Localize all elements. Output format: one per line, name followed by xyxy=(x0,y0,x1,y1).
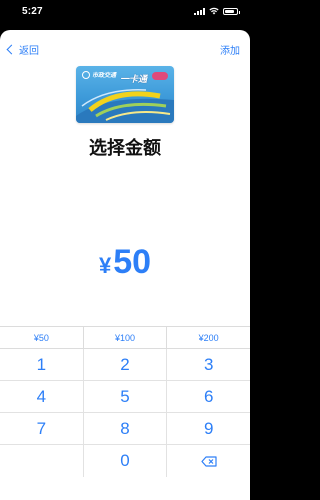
key-row: 1 2 3 xyxy=(0,349,250,381)
key-7[interactable]: 7 xyxy=(0,413,84,444)
key-0[interactable]: 0 xyxy=(84,445,168,477)
preset-200[interactable]: ¥200 xyxy=(167,327,250,348)
preset-50[interactable]: ¥50 xyxy=(0,327,84,348)
transit-logo-icon xyxy=(82,70,90,79)
back-label: 返回 xyxy=(19,46,39,57)
add-button[interactable]: 添加 xyxy=(220,42,240,57)
status-icons xyxy=(194,7,240,15)
key-row: 4 5 6 xyxy=(0,381,250,413)
key-9[interactable]: 9 xyxy=(167,413,250,444)
chevron-left-icon xyxy=(6,44,17,55)
amount-currency: ¥ xyxy=(98,253,112,278)
card-title: 一卡通 xyxy=(120,74,148,84)
backspace-icon xyxy=(201,455,217,467)
nav-bar: 返回 添加 xyxy=(0,30,250,68)
transit-card-image: 市政交通 一卡通 xyxy=(76,66,174,123)
top-up-sheet: 返回 添加 市政交通 一卡通 选择金额 ¥ 50 ¥50 ¥100 ¥200 1 xyxy=(0,30,250,500)
amount-value: 50 xyxy=(113,243,152,281)
status-bar: 5:27 xyxy=(0,0,250,22)
key-5[interactable]: 5 xyxy=(84,381,168,412)
key-2[interactable]: 2 xyxy=(84,349,168,380)
key-row: 0 xyxy=(0,445,250,477)
key-6[interactable]: 6 xyxy=(167,381,250,412)
preset-row: ¥50 ¥100 ¥200 xyxy=(0,327,250,349)
key-4[interactable]: 4 xyxy=(0,381,84,412)
key-1[interactable]: 1 xyxy=(0,349,84,380)
page-title: 选择金额 xyxy=(89,138,161,158)
card-logo: 市政交通 xyxy=(82,70,116,79)
battery-icon xyxy=(223,7,240,15)
preset-100[interactable]: ¥100 xyxy=(84,327,168,348)
key-3[interactable]: 3 xyxy=(167,349,250,380)
card-brand: 市政交通 xyxy=(92,73,117,79)
keypad: ¥50 ¥100 ¥200 1 2 3 4 5 6 7 8 9 0 xyxy=(0,326,250,500)
backspace-key[interactable] xyxy=(167,445,250,477)
key-row: 7 8 9 xyxy=(0,413,250,445)
status-time: 5:27 xyxy=(22,6,43,17)
wifi-icon xyxy=(209,7,219,15)
key-8[interactable]: 8 xyxy=(84,413,168,444)
key-empty xyxy=(0,445,84,477)
card-badge xyxy=(152,72,168,80)
amount-display: ¥ 50 xyxy=(0,243,250,282)
back-button[interactable]: 返回 xyxy=(6,42,39,57)
cellular-signal-icon xyxy=(194,7,205,15)
